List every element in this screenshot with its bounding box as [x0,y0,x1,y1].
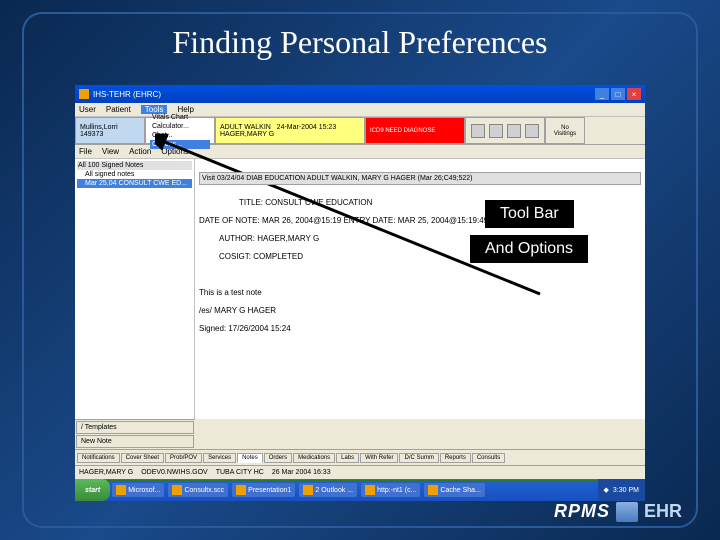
visit-cell[interactable]: ADULT WALKIN 24-Mar-2004 15:23 HAGER,MAR… [215,117,365,144]
patient-bar: Mullins,Lorri 149373 Vitals Chart Calcul… [75,117,645,145]
tab-coversheet[interactable]: Cover Sheet [121,453,164,463]
taskbar-item[interactable]: Microsof... [112,483,164,497]
rpms-logo: RPMS EHR [554,501,682,522]
maximize-button[interactable]: □ [611,88,625,100]
toolbar-icon[interactable] [489,124,503,138]
callout-toolbar: Tool Bar [485,200,574,228]
note-date: DATE OF NOTE: MAR 26, 2004@15:19 ENTRY D… [199,216,641,225]
system-tray: ◆ 3:30 PM [598,479,645,501]
taskbar-item[interactable]: Presentation1 [232,483,295,497]
start-button[interactable]: start [75,479,110,501]
dropdown-options[interactable]: Options... [150,140,210,149]
submenu-view[interactable]: View [102,147,119,156]
logo-icon [616,502,638,522]
app-icon [79,89,89,99]
note-title: TITLE: CONSULT CWE EDUCATION [199,198,641,207]
slide-title: Finding Personal Preferences [0,24,720,61]
toolbar-icon[interactable] [471,124,485,138]
no-visitings: No Visitings [545,117,585,144]
note-content: Visit 03/24/04 DIAB EDUCATION ADULT WALK… [195,159,645,419]
tree-node-selected[interactable]: Mar 25,04 CONSULT CWE ED... [77,179,192,188]
left-buttons: / Templates New Note [75,419,195,449]
minimize-button[interactable]: _ [595,88,609,100]
status-user: HAGER,MARY G [79,469,133,476]
tree-node[interactable]: All signed notes [77,170,192,179]
note-tree: All 100 Signed Notes All signed notes Ma… [75,159,195,419]
windows-taskbar: start Microsof... Consultx.scc Presentatio… [75,479,645,501]
tab-medications[interactable]: Medications [293,453,335,463]
toolbar-icon[interactable] [507,124,521,138]
tab-reports[interactable]: Reports [440,453,471,463]
dropdown-item[interactable]: Chat... [150,131,210,140]
tab-labs[interactable]: Labs [336,453,359,463]
tab-probpov[interactable]: Prob/POV [165,453,202,463]
taskbar-item[interactable]: Consultx.scc [168,483,228,497]
screenshot: IHS-TEHR (EHRC) _ □ × User Patient Tools… [75,85,645,465]
menu-user[interactable]: User [79,105,96,114]
new-note-button[interactable]: New Note [76,435,194,448]
bottom-tabs: NotificationsCover SheetProb/POVServices… [75,449,645,465]
menu-patient[interactable]: Patient [106,105,131,114]
patient-cell[interactable]: Mullins,Lorri 149373 [75,117,145,144]
status-loc: TUBA CITY HC [216,469,264,476]
tools-dropdown: Vitals Chart Calculator... Chat... Optio… [145,117,215,144]
tab-orders[interactable]: Orders [264,453,292,463]
status-host: ODEV0.NWIHS.GOV [141,469,208,476]
tab-notes[interactable]: Notes [237,453,263,463]
toolbar-icon[interactable] [525,124,539,138]
tray-icon[interactable]: ◆ [604,486,609,494]
status-bar: HAGER,MARY G ODEV0.NWIHS.GOV TUBA CITY H… [75,465,645,479]
taskbar-item[interactable]: http:-nt1 (c... [361,483,420,497]
templates-button[interactable]: / Templates [76,421,194,434]
logo-ehr: EHR [644,501,682,522]
submenu-file[interactable]: File [79,147,92,156]
alert-cell[interactable]: ICD9 NEED DIAGNOSE [365,117,465,144]
dropdown-item[interactable]: Vitals Chart [150,113,210,122]
tab-notifications[interactable]: Notifications [77,453,120,463]
tab-services[interactable]: Services [203,453,236,463]
note-body: This is a test note /es/ MARY G HAGER Si… [199,288,641,333]
title-bar: IHS-TEHR (EHRC) _ □ × [75,85,645,103]
dropdown-item[interactable]: Calculator... [150,122,210,131]
tab-withrefer[interactable]: With Refer [360,453,398,463]
taskbar-item[interactable]: Cache Sha... [424,483,484,497]
clock: 3:30 PM [613,487,639,494]
visit-header: Visit 03/24/04 DIAB EDUCATION ADULT WALK… [199,172,641,185]
window-title: IHS-TEHR (EHRC) [93,90,161,99]
taskbar-item[interactable]: 2 Outlook ... [299,483,357,497]
patient-name: Mullins,Lorri [80,124,140,131]
logo-rpms: RPMS [554,501,610,522]
submenu-action[interactable]: Action [129,147,151,156]
patient-id: 149373 [80,131,140,138]
tab-dcsumm[interactable]: D/C Summ [399,453,438,463]
callout-options: And Options [470,235,588,263]
status-time: 26 Mar 2004 16:33 [272,469,331,476]
close-button[interactable]: × [627,88,641,100]
tree-header: All 100 Signed Notes [77,161,192,170]
toolbar-icons [465,117,545,144]
tab-consults[interactable]: Consults [472,453,505,463]
